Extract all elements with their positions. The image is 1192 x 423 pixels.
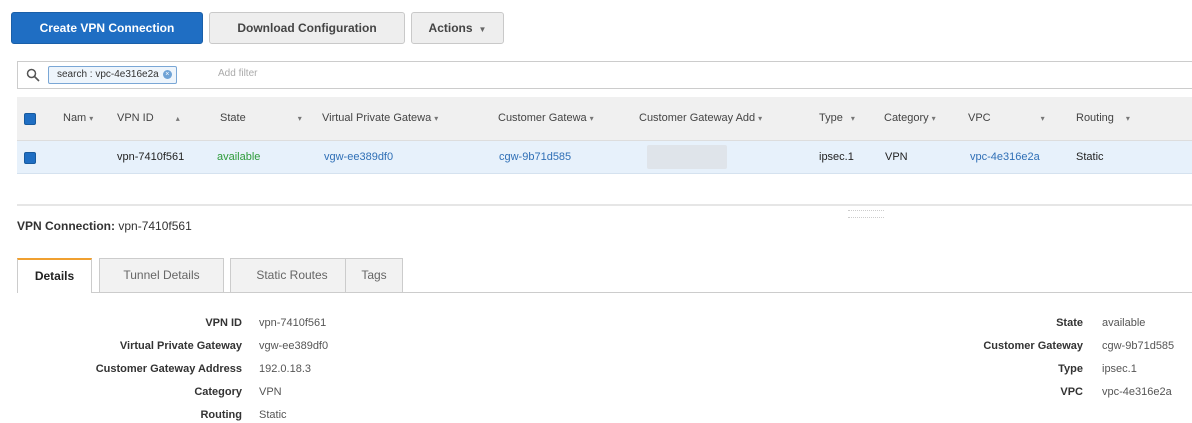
cell-category: VPN <box>885 151 908 163</box>
redacted-address <box>647 145 727 169</box>
detail-label-customer-gateway: Customer Gateway <box>983 340 1083 352</box>
column-header-state[interactable]: State ▾ <box>220 112 302 124</box>
details-tabs: Details Tunnel Details Static Routes Tag… <box>17 258 1192 293</box>
detail-value-state: available <box>1102 317 1146 329</box>
create-vpn-connection-button[interactable]: Create VPN Connection <box>11 12 203 44</box>
detail-value-category: VPN <box>259 386 282 398</box>
search-icon <box>26 68 40 82</box>
column-header-customer-gateway-address[interactable]: Customer Gateway Add ▾ <box>639 112 762 124</box>
detail-label-type: Type <box>1058 363 1083 375</box>
tab-static-routes[interactable]: Static Routes <box>230 258 354 292</box>
filter-token-label: search : vpc-4e316e2a <box>57 69 159 80</box>
tab-details[interactable]: Details <box>17 258 92 293</box>
filter-bar[interactable]: search : vpc-4e316e2a × Add filter <box>17 61 1192 89</box>
cell-vpn-id: vpn-7410f561 <box>117 151 185 163</box>
column-header-vpn-id[interactable]: VPN ID ▴ <box>117 112 180 124</box>
details-title-prefix: VPN Connection: <box>17 219 115 233</box>
actions-dropdown[interactable]: Actions ▼ <box>411 12 504 44</box>
detail-value-customer-gateway-address: 192.0.18.3 <box>259 363 311 375</box>
filter-token[interactable]: search : vpc-4e316e2a × <box>48 66 177 84</box>
detail-value-vgw-link[interactable]: vgw-ee389df0 <box>259 340 328 352</box>
details-title: VPN Connection: vpn-7410f561 <box>17 219 192 233</box>
detail-value-routing: Static <box>259 409 287 421</box>
detail-value-type: ipsec.1 <box>1102 363 1137 375</box>
detail-value-cgw-link[interactable]: cgw-9b71d585 <box>1102 340 1174 352</box>
cell-vpc-link[interactable]: vpc-4e316e2a <box>970 151 1040 163</box>
table-row[interactable]: vpn-7410f561 available vgw-ee389df0 cgw-… <box>17 141 1192 174</box>
actions-label: Actions <box>428 21 473 35</box>
cell-routing: Static <box>1076 151 1104 163</box>
detail-label-vpc: VPC <box>1060 386 1083 398</box>
resize-grip-icon[interactable] <box>848 210 884 218</box>
cell-cgw-link[interactable]: cgw-9b71d585 <box>499 151 571 163</box>
detail-label-category: Category <box>194 386 242 398</box>
column-header-type[interactable]: Type ▾ <box>819 112 855 124</box>
detail-label-routing: Routing <box>200 409 242 421</box>
detail-value-vpc-link[interactable]: vpc-4e316e2a <box>1102 386 1172 398</box>
add-filter-input[interactable]: Add filter <box>218 68 257 79</box>
column-header-name[interactable]: Nam ▾ <box>63 112 93 124</box>
select-all-checkbox[interactable] <box>24 113 36 125</box>
column-header-vpc[interactable]: VPC ▾ <box>968 112 1045 124</box>
chevron-down-icon: ▼ <box>478 25 487 34</box>
column-header-virtual-private-gateway[interactable]: Virtual Private Gatewa ▾ <box>322 112 438 124</box>
row-checkbox[interactable] <box>24 152 36 164</box>
column-header-routing[interactable]: Routing ▾ <box>1076 112 1130 124</box>
cell-vgw-link[interactable]: vgw-ee389df0 <box>324 151 393 163</box>
download-configuration-button[interactable]: Download Configuration <box>209 12 405 44</box>
remove-filter-icon[interactable]: × <box>162 69 172 79</box>
cell-type: ipsec.1 <box>819 151 854 163</box>
detail-label-customer-gateway-address: Customer Gateway Address <box>95 363 242 375</box>
column-header-category[interactable]: Category ▾ <box>884 112 936 124</box>
detail-label-virtual-private-gateway: Virtual Private Gateway <box>119 340 242 352</box>
details-title-id: vpn-7410f561 <box>118 219 192 233</box>
tab-tags[interactable]: Tags <box>345 258 403 292</box>
table-header: Nam ▾ VPN ID ▴ State ▾ Virtual Private Gate… <box>17 97 1192 141</box>
cell-state: available <box>217 151 261 163</box>
column-header-customer-gateway[interactable]: Customer Gatewa ▾ <box>498 112 594 124</box>
pane-splitter[interactable] <box>17 204 1192 206</box>
detail-label-state: State <box>1056 317 1083 329</box>
tab-tunnel-details[interactable]: Tunnel Details <box>99 258 224 292</box>
detail-value-vpn-id: vpn-7410f561 <box>259 317 327 329</box>
detail-label-vpn-id: VPN ID <box>205 317 242 329</box>
